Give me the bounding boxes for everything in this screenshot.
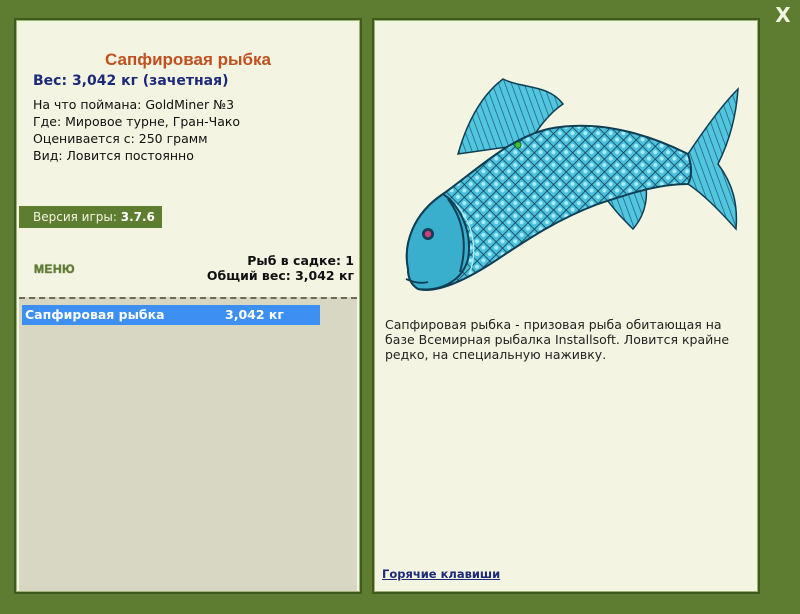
window-frame: [0, 0, 800, 14]
location-info: Где: Мировое турне, Гран-Чако: [33, 114, 241, 129]
menu-button[interactable]: МЕНЮ: [34, 262, 75, 276]
fish-count: Рыб в садке: 1: [247, 253, 354, 268]
version-label: Версия игры:: [33, 210, 117, 224]
total-weight: Общий вес: 3,042 кг: [206, 268, 354, 283]
fish-weight: Вес: 3,042 кг (зачетная): [33, 73, 229, 89]
game-version: Версия игры: 3.7.6: [19, 206, 162, 228]
fish-detail-panel: Сапфировая рыбка - призовая рыба обитающ…: [372, 18, 760, 594]
fish-info-panel: Сапфировая рыбка Вес: 3,042 кг (зачетная…: [14, 18, 362, 594]
list-item-name: Сапфировая рыбка: [25, 307, 165, 322]
fish-title: Сапфировая рыбка: [105, 50, 271, 69]
close-button[interactable]: X: [773, 4, 793, 26]
version-value: 3.7.6: [120, 210, 155, 224]
sapphire-fish-image: [405, 78, 739, 291]
list-item-weight: 3,042 кг: [225, 307, 284, 322]
caught-on-info: На что поймана: GoldMiner №3: [33, 97, 235, 112]
rated-from-info: Оценивается с: 250 грамм: [33, 131, 208, 146]
fish-description: Сапфировая рыбка - призовая рыба обитающ…: [385, 317, 730, 362]
cage-summary: Рыб в садке: 1 Общий вес: 3,042 кг: [207, 253, 354, 283]
list-item[interactable]: Сапфировая рыбка 3,042 кг: [22, 305, 320, 325]
cage-list: Сапфировая рыбка 3,042 кг: [19, 297, 357, 591]
kind-info: Вид: Ловится постоянно: [33, 148, 194, 163]
hotkeys-link[interactable]: Горячие клавиши: [382, 567, 500, 581]
